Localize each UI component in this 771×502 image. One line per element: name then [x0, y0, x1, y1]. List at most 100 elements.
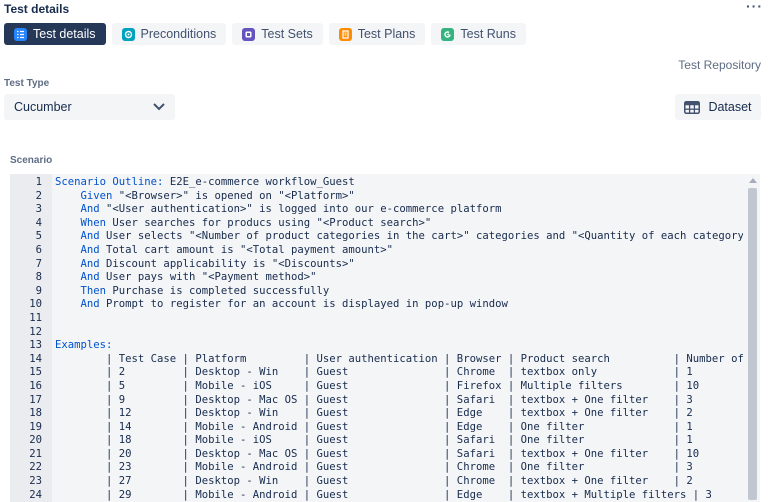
line-number: 11	[29, 311, 42, 324]
code-text: | 23 | Mobile - Android | Guest | Chrome…	[55, 461, 693, 475]
scenario-label: Scenario	[10, 155, 53, 166]
test-plans-icon	[338, 27, 352, 41]
gherkin-keyword: And	[80, 203, 100, 216]
code-text: And User pays with "<Payment method>"	[55, 271, 317, 285]
line-number: 9	[35, 284, 42, 297]
code-line: 8 And User pays with "<Payment method>"	[10, 271, 743, 285]
line-number: 21	[29, 447, 42, 460]
line-number: 4	[35, 216, 42, 229]
dataset-button[interactable]: Dataset	[675, 94, 761, 120]
gherkin-keyword: And	[80, 257, 100, 270]
tab-test-runs[interactable]: Test Runs	[431, 23, 526, 45]
line-number: 5	[35, 230, 42, 243]
list-icon	[14, 27, 27, 41]
code-line: 21 | 20 | Desktop - Mac OS | Guest | Saf…	[10, 448, 743, 462]
tab-label: Test Plans	[357, 27, 416, 41]
code-content: User searches for producs using "<Produc…	[106, 216, 432, 229]
line-number: 8	[35, 271, 42, 284]
code-content: | 23 | Mobile - Android | Guest | Chrome…	[55, 461, 693, 474]
gherkin-keyword: Scenario Outline:	[55, 176, 164, 188]
tab-preconditions[interactable]: Preconditions	[111, 23, 227, 45]
code-content: | 5 | Mobile - iOS | Guest | Firefox | M…	[55, 379, 700, 392]
scroll-up-icon[interactable]	[749, 178, 757, 183]
code-text: And User selects "<Number of product cat…	[55, 230, 743, 244]
code-text: And Prompt to register for an account is…	[55, 298, 508, 312]
test-type-select[interactable]: Cucumber	[4, 94, 175, 120]
tab-test-details[interactable]: Test details	[4, 23, 106, 45]
code-content: | 2 | Desktop - Win | Guest | Chrome | t…	[55, 366, 693, 379]
gherkin-keyword: And	[80, 298, 100, 311]
tab-label: Test details	[33, 27, 96, 41]
line-number: 12	[29, 325, 42, 338]
line-number: 13	[29, 339, 42, 352]
code-text: | 5 | Mobile - iOS | Guest | Firefox | M…	[55, 380, 699, 394]
code-content: Discount applicability is "<Discounts>"	[99, 257, 355, 270]
scenario-code-editor[interactable]: 1 Scenario Outline: E2E_e-commerce workfl…	[10, 174, 760, 502]
test-sets-icon	[242, 27, 256, 41]
code-line: 3 And "<User authentication>" is logged …	[10, 203, 743, 217]
test-runs-icon	[441, 27, 455, 41]
tab-label: Preconditions	[140, 27, 217, 41]
line-number: 10	[29, 298, 42, 311]
code-line: 15 | 2 | Desktop - Win | Guest | Chrome …	[10, 366, 743, 380]
code-text: And "<User authentication>" is logged in…	[55, 203, 502, 217]
line-number: 24	[29, 488, 42, 501]
line-number: 15	[29, 366, 42, 379]
code-line: 11	[10, 312, 743, 326]
table-icon	[684, 100, 701, 114]
gherkin-keyword: And	[80, 230, 100, 243]
code-text: | 27 | Desktop - Win | Guest | Chrome | …	[55, 475, 693, 489]
tab-label: Test Sets	[261, 27, 313, 41]
code-line: 16 | 5 | Mobile - iOS | Guest | Firefox …	[10, 380, 743, 394]
line-number: 16	[29, 379, 42, 392]
code-line: 19 | 14 | Mobile - Android | Guest | Edg…	[10, 421, 743, 435]
code-content: | 20 | Desktop - Mac OS | Guest | Safari…	[55, 447, 700, 460]
code-content: | 14 | Mobile - Android | Guest | Edge |…	[55, 420, 693, 433]
code-text: | 12 | Desktop - Win | Guest | Edge | te…	[55, 407, 693, 421]
line-number: 2	[35, 189, 42, 202]
line-number: 7	[35, 257, 42, 270]
gherkin-keyword: When	[80, 216, 107, 229]
code-line: 14 | Test Case | Platform | User authent…	[10, 353, 743, 367]
code-text: Then Purchase is completed successfully	[55, 284, 330, 299]
tab-test-sets[interactable]: Test Sets	[232, 23, 323, 45]
code-text: And Discount applicability is "<Discount…	[55, 258, 355, 272]
line-number: 14	[29, 352, 42, 365]
code-text: | 9 | Desktop - Mac OS | Guest | Safari …	[55, 394, 693, 408]
gherkin-keyword: Then	[80, 284, 107, 297]
dataset-label: Dataset	[708, 100, 752, 114]
code-line: 9 Then Purchase is completed successfull…	[10, 285, 743, 299]
line-number: 20	[29, 434, 42, 447]
editor-scrollbar[interactable]	[746, 174, 760, 502]
code-content: Purchase is completed successfully	[106, 284, 330, 297]
code-text: | 14 | Mobile - Android | Guest | Edge |…	[55, 421, 693, 435]
test-type-value: Cucumber	[14, 100, 72, 114]
gherkin-keyword: Examples:	[55, 339, 113, 352]
code-text: Given "<Browser>" is opened on "<Platfor…	[55, 190, 355, 204]
test-repository-label: Test Repository	[678, 58, 761, 72]
code-line: 24 | 29 | Mobile - Android | Guest | Edg…	[10, 489, 743, 502]
scroll-thumb[interactable]	[748, 188, 757, 500]
more-options-icon[interactable]: ···	[746, 0, 763, 14]
chevron-down-icon	[153, 103, 165, 111]
code-content: Total cart amount is "<Total payment amo…	[99, 243, 394, 256]
code-line: 5 And User selects "<Number of product c…	[10, 230, 743, 244]
code-line: 18 | 12 | Desktop - Win | Guest | Edge |…	[10, 407, 743, 421]
code-line: 6 And Total cart amount is "<Total payme…	[10, 244, 743, 258]
code-content: | 27 | Desktop - Win | Guest | Chrome | …	[55, 475, 693, 488]
code-text: Examples:	[55, 339, 112, 353]
code-text: | 2 | Desktop - Win | Guest | Chrome | t…	[55, 366, 693, 380]
code-line: 12	[10, 326, 743, 340]
code-line: 17 | 9 | Desktop - Mac OS | Guest | Safa…	[10, 394, 743, 408]
code-content: | 18 | Mobile - iOS | Guest | Safari | O…	[55, 434, 693, 447]
tab-test-plans[interactable]: Test Plans	[328, 23, 426, 45]
line-number: 6	[35, 243, 42, 256]
code-content: | Test Case | Platform | User authentica…	[55, 352, 743, 365]
